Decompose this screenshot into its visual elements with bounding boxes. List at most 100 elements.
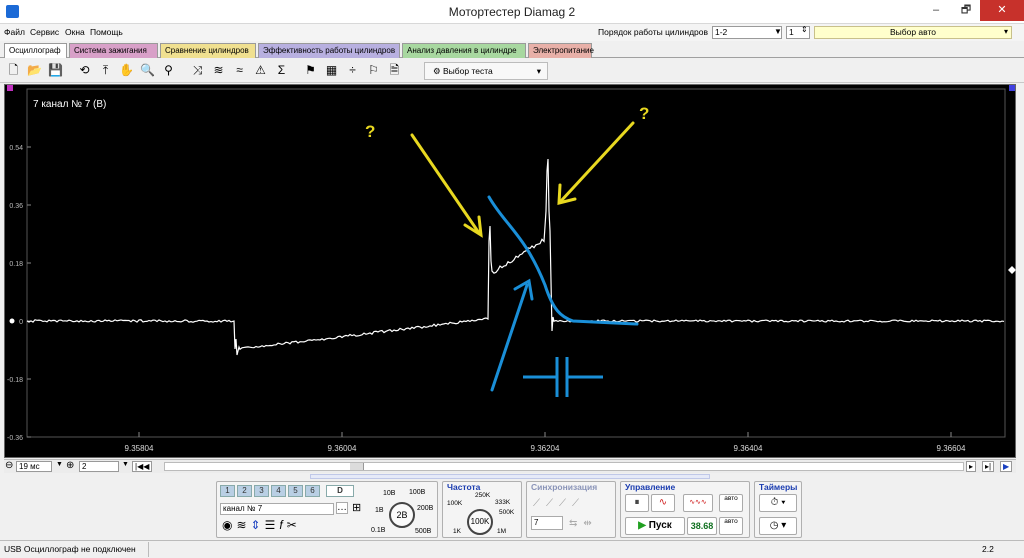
auto-button-1[interactable]: авто xyxy=(719,494,743,512)
auto-label-1: авто xyxy=(724,495,737,502)
menu-windows[interactable]: Окна xyxy=(65,27,85,37)
tab-0[interactable]: Осциллограф xyxy=(4,43,67,58)
freq-label-100k: 100K xyxy=(447,500,462,507)
chevron-down-icon[interactable]: ▼ xyxy=(122,461,129,468)
waves-icon[interactable]: ≋ xyxy=(236,518,250,532)
zoom-out-icon[interactable]: ⊖ xyxy=(5,460,13,471)
channel-button-6[interactable]: 6 xyxy=(305,485,320,497)
tab-5[interactable]: Электропитание xyxy=(528,43,592,58)
forward-end-icon[interactable]: ▸| xyxy=(982,461,994,472)
fx-icon[interactable]: f xyxy=(279,518,286,532)
eye-icon[interactable]: ◉ xyxy=(222,518,236,532)
sine-button[interactable]: ∿ xyxy=(651,494,675,512)
cursor-icon[interactable]: ⤒ xyxy=(98,63,113,78)
play-icon[interactable]: ▶ xyxy=(1000,461,1012,472)
x-tick-label: 9.36404 xyxy=(734,444,763,453)
zoom-in-icon[interactable]: ⊕ xyxy=(66,460,74,471)
edge-icons[interactable]: ⟋⟋⟋⟋ xyxy=(533,498,585,509)
test-icon: ⚙ xyxy=(433,66,441,76)
rewind-start-icon[interactable]: |◀◀ xyxy=(132,461,152,472)
timer-button-2[interactable]: ◷ ▾ xyxy=(759,517,797,535)
auto-button-2[interactable]: авто xyxy=(719,517,743,535)
channel-button-3[interactable]: 3 xyxy=(254,485,269,497)
volt-label-1: 1В xyxy=(375,507,384,514)
time-div-select[interactable]: 19 мс xyxy=(16,461,52,472)
scale-icon[interactable]: ⤨ xyxy=(190,63,205,78)
status-text: USB Осциллограф не подключен xyxy=(4,544,136,554)
plot-frame xyxy=(27,89,1005,437)
sync-channel-select[interactable]: 7 xyxy=(531,516,563,530)
auto-label-2: авто xyxy=(724,518,737,525)
collapse-handle[interactable] xyxy=(310,474,710,479)
chevron-down-icon: ▾ xyxy=(537,63,541,79)
hand-icon[interactable]: ✋ xyxy=(119,63,134,78)
timer-button-1[interactable]: ⏱ ▾ xyxy=(759,494,797,512)
page-icon[interactable]: 🗎 xyxy=(387,63,402,78)
scissors-icon[interactable]: ✂ xyxy=(287,518,301,532)
channel-button-4[interactable]: 4 xyxy=(271,485,286,497)
start-button[interactable]: ▶ Пуск xyxy=(625,517,685,535)
close-button[interactable]: ✕ xyxy=(980,0,1024,21)
chevron-down-icon[interactable]: ▼ xyxy=(56,461,63,468)
freq-knob[interactable]: 100K xyxy=(467,509,493,535)
scroll-thumb[interactable] xyxy=(350,463,364,470)
zoom-icon[interactable]: ⟲ xyxy=(77,63,92,78)
chevron-down-icon[interactable]: ▾ xyxy=(1004,27,1008,36)
menu-help[interactable]: Помощь xyxy=(90,27,123,37)
save-icon[interactable]: 💾 xyxy=(48,63,63,78)
freq-label-500k: 500K xyxy=(499,509,514,516)
grid-icon[interactable]: ▦ xyxy=(324,63,339,78)
channel-name-field[interactable]: канал № 7 xyxy=(220,503,334,515)
tab-4[interactable]: Анализ давления в цилиндре xyxy=(402,43,526,58)
cyl-order-select[interactable]: 1-2 xyxy=(712,26,782,39)
measure-icon[interactable]: ⚠ xyxy=(253,63,268,78)
tab-1[interactable]: Система зажигания xyxy=(69,43,158,58)
pause-button[interactable]: ⏸ xyxy=(625,494,649,512)
sigma-icon[interactable]: Σ xyxy=(274,63,289,78)
tab-3[interactable]: Эффективность работы цилиндров xyxy=(258,43,400,58)
restore-button[interactable]: 🗗 xyxy=(952,0,980,21)
lines-icon[interactable]: ☰ xyxy=(265,518,280,532)
menu-file[interactable]: Файл xyxy=(4,27,25,37)
channel-button-5[interactable]: 5 xyxy=(288,485,303,497)
wave-icon[interactable]: ≋ xyxy=(211,63,226,78)
open-icon[interactable]: 📂 xyxy=(27,63,42,78)
magnify-icon[interactable]: 🔍 xyxy=(140,63,155,78)
probe-icon[interactable]: ⊞ xyxy=(352,501,361,514)
tab-2[interactable]: Сравнение цилиндров xyxy=(160,43,256,58)
y-tick-label: 0.36 xyxy=(9,203,23,210)
step-forward-icon[interactable]: ▸ xyxy=(966,461,976,472)
wave2-icon[interactable]: ≈ xyxy=(232,63,247,78)
test-select[interactable]: ⚙ Выбор теста ▾ xyxy=(424,62,548,80)
oscilloscope-display[interactable]: 7 канал № 7 (В) 0.54 0.36 0.18 0 -0.18 -0.36 9.… xyxy=(4,84,1016,458)
level-marker[interactable] xyxy=(1008,266,1016,274)
scroll-track[interactable] xyxy=(164,462,964,471)
y-tick-label: -0.18 xyxy=(7,377,23,384)
auto-select[interactable]: Выбор авто xyxy=(814,26,1012,39)
sync-mode-icons[interactable]: ⇆⇹ xyxy=(569,518,598,529)
volt-knob[interactable]: 2В xyxy=(389,502,415,528)
channel-button-D[interactable]: D xyxy=(326,485,354,497)
flag-icon[interactable]: ⚐ xyxy=(366,63,381,78)
chevron-down-icon[interactable]: ▼ xyxy=(774,27,782,36)
channel-label: 7 канал № 7 (В) xyxy=(33,99,106,110)
channel-button-1[interactable]: 1 xyxy=(220,485,235,497)
minimize-button[interactable]: – xyxy=(922,0,950,21)
zero-marker[interactable] xyxy=(10,319,15,324)
tree-icon[interactable]: ⚲ xyxy=(161,63,176,78)
new-icon[interactable]: 🗋 xyxy=(6,63,21,78)
divide-icon[interactable]: ÷ xyxy=(345,63,360,78)
marker-left[interactable] xyxy=(7,85,13,91)
spin-arrows-icon[interactable]: ⇕ xyxy=(801,25,808,34)
arrows-icon[interactable]: ⇕ xyxy=(251,518,265,532)
marker-right[interactable] xyxy=(1009,85,1015,91)
more-button[interactable]: … xyxy=(336,502,348,514)
control-title: Управление xyxy=(625,482,675,492)
filter-icon[interactable]: ⚑ xyxy=(303,63,318,78)
menu-service[interactable]: Сервис xyxy=(30,27,59,37)
freq-label-250k: 250K xyxy=(475,492,490,499)
signal-button[interactable]: ∿∿∿ xyxy=(683,494,713,512)
channel-button-2[interactable]: 2 xyxy=(237,485,252,497)
channel-select[interactable]: 2 xyxy=(79,461,119,472)
y-tick-label: 0.54 xyxy=(9,145,23,152)
